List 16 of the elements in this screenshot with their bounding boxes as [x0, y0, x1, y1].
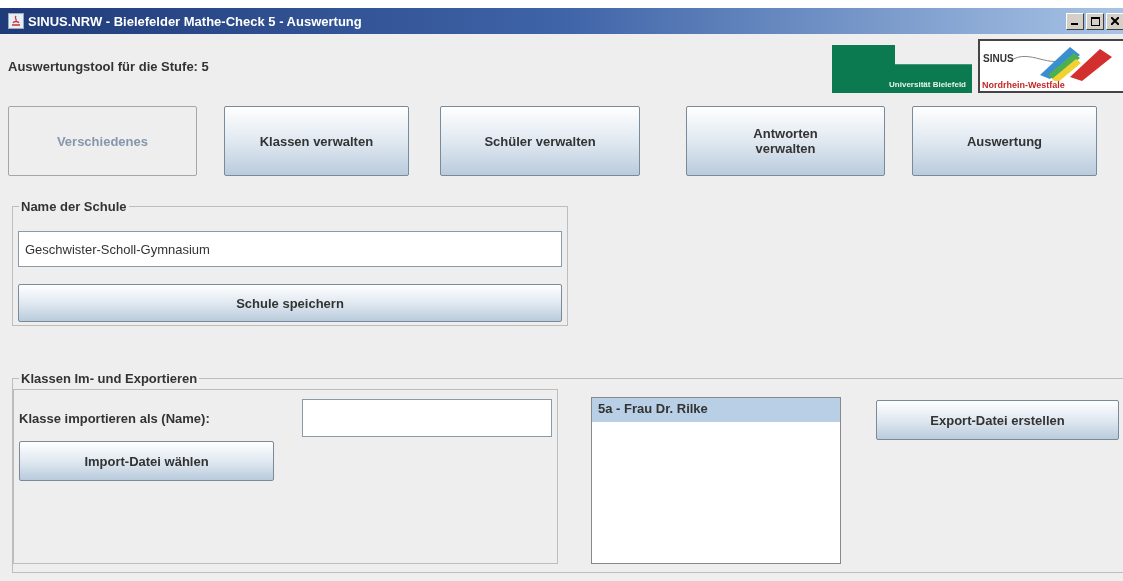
nav-button[interactable]: Schüler verwalten: [439, 106, 641, 176]
university-logo: Universität Bielefeld: [832, 45, 972, 93]
export-file-button[interactable]: Export-Datei erstellen: [876, 400, 1119, 440]
sinus-logo: SINUS Nordrhein-Westfale: [978, 39, 1123, 93]
group-title: Name der Schule: [19, 199, 129, 214]
import-file-button[interactable]: Import-Datei wählen: [19, 441, 274, 481]
nav-button[interactable]: Klassen verwalten: [223, 106, 409, 176]
class-list-item[interactable]: 5a - Frau Dr. Rilke: [592, 398, 840, 422]
group-title: Klassen Im- und Exportieren: [19, 371, 200, 386]
school-name-field[interactable]: Geschwister-Scholl-Gymnasium: [18, 231, 562, 267]
nav-button[interactable]: Auswertung: [911, 106, 1097, 176]
import-name-label: Klasse importieren als (Name):: [19, 410, 210, 426]
window-title: SINUS.NRW - Bielefelder Mathe-Check 5 - Auswertung: [28, 13, 362, 29]
nav-button[interactable]: Antworten verwalten: [686, 106, 885, 176]
grade-label: Auswertungstool für die Stufe: 5: [8, 58, 209, 74]
save-school-button[interactable]: Schule speichern: [18, 284, 562, 322]
